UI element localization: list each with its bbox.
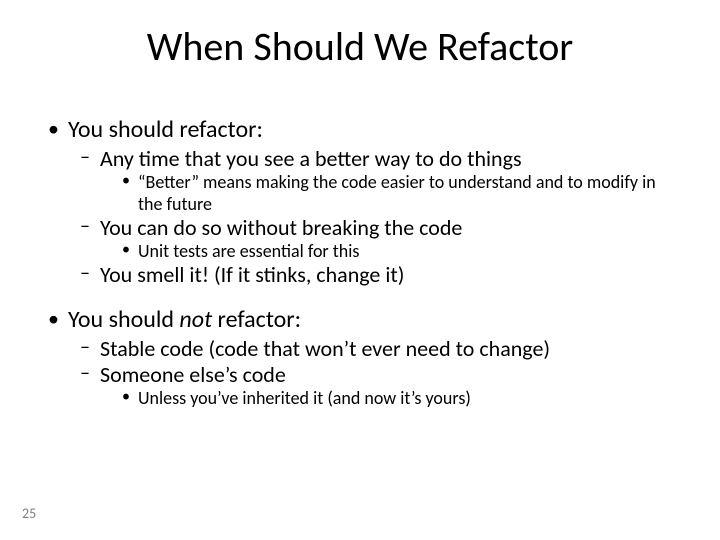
slide-body: You should refactor: Any time that you s… xyxy=(40,116,680,409)
slide: When Should We Refactor You should refac… xyxy=(0,0,720,540)
bullet-better-means: “Better” means making the code easier to… xyxy=(40,172,680,214)
bullet-unit-tests: Unit tests are essential for this xyxy=(40,241,680,262)
bullet-someone-else: Someone else’s code xyxy=(40,362,680,388)
page-number: 25 xyxy=(22,505,36,522)
bullet-stable-code: Stable code (code that won’t ever need t… xyxy=(40,336,680,362)
bullet-better-way: Any time that you see a better way to do… xyxy=(40,146,680,172)
bullet-should-not-refactor: You should not refactor: xyxy=(40,306,680,334)
bullet-inherited: Unless you’ve inherited it (and now it’s… xyxy=(40,388,680,409)
bullet-without-breaking: You can do so without breaking the code xyxy=(40,215,680,241)
bullet-should-refactor: You should refactor: xyxy=(40,116,680,144)
text-not: not xyxy=(179,305,212,334)
slide-title: When Should We Refactor xyxy=(0,22,720,71)
text-post: refactor: xyxy=(212,305,301,334)
spacer xyxy=(40,288,680,306)
text-pre: You should xyxy=(68,305,179,334)
bullet-smell-it: You smell it! (If it stinks, change it) xyxy=(40,262,680,288)
